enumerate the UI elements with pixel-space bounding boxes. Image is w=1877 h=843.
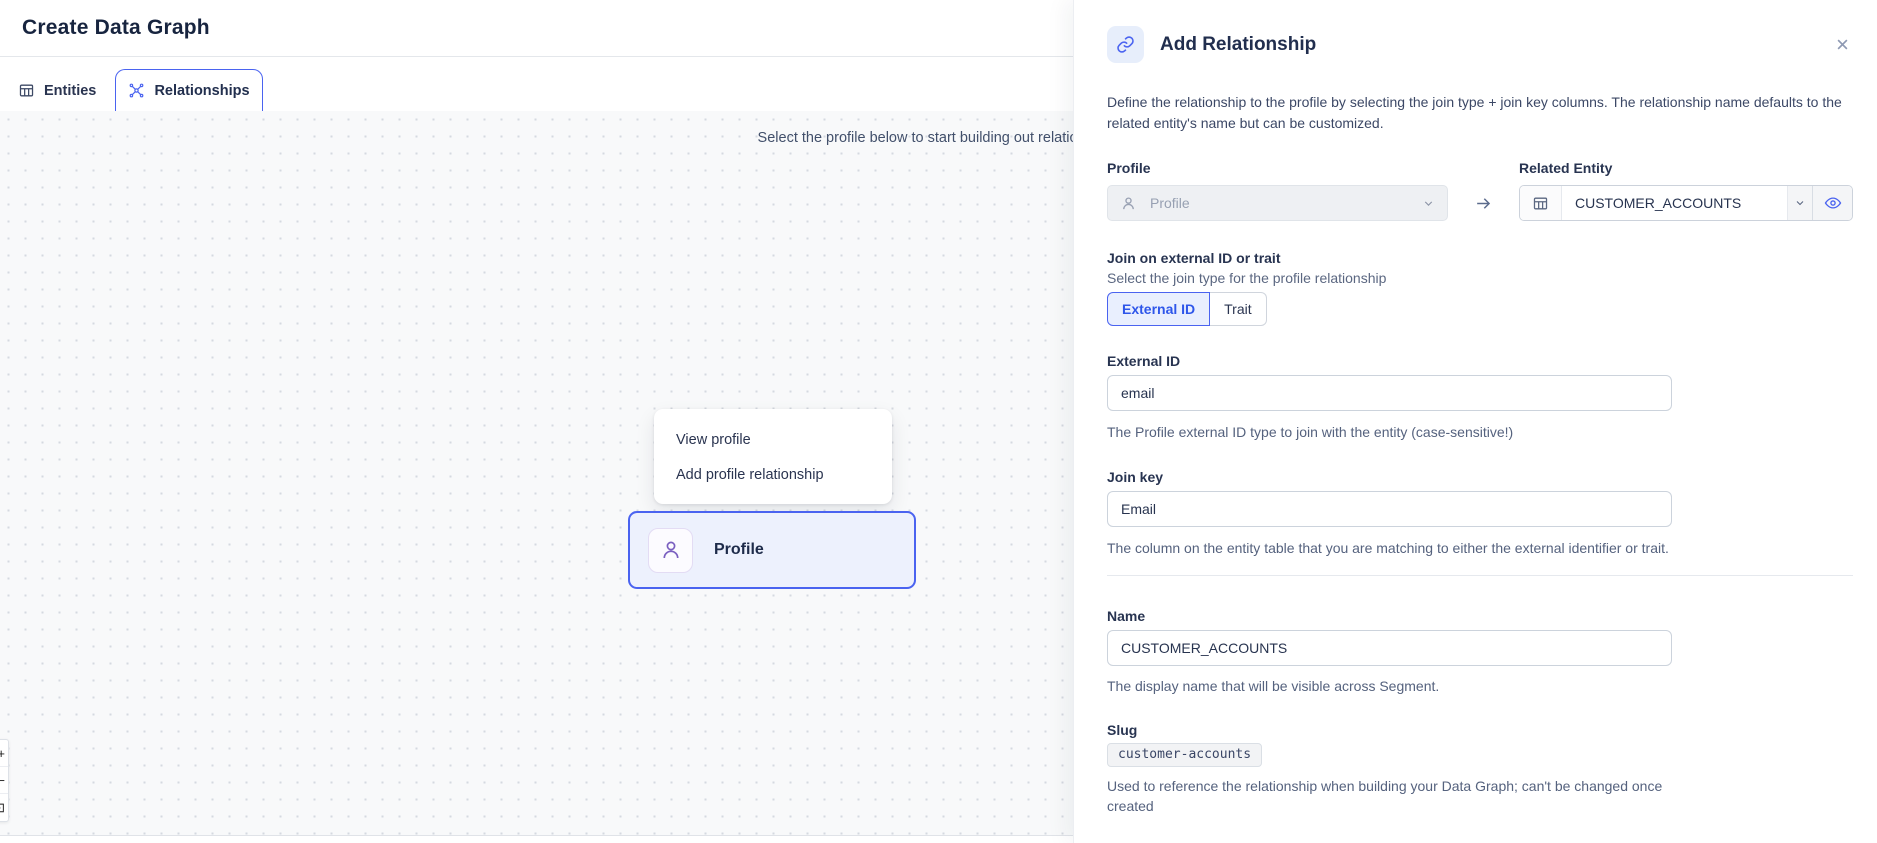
join-type-sublabel: Select the join type for the profile rel… bbox=[1107, 270, 1853, 286]
panel-header: Add Relationship bbox=[1107, 26, 1853, 63]
chevron-down-icon[interactable] bbox=[1787, 186, 1812, 220]
join-type-label: Join on external ID or trait bbox=[1107, 250, 1853, 266]
external-id-label: External ID bbox=[1107, 353, 1853, 369]
selects-row: Profile bbox=[1107, 185, 1853, 221]
join-key-label: Join key bbox=[1107, 469, 1853, 485]
menu-item-add-profile-relationship[interactable]: Add profile relationship bbox=[654, 457, 892, 492]
section-divider bbox=[1107, 575, 1853, 576]
chevron-down-icon bbox=[1422, 197, 1435, 210]
name-helper: The display name that will be visible ac… bbox=[1107, 676, 1853, 696]
select-labels-row: Profile Related Entity bbox=[1107, 160, 1853, 176]
external-id-helper: The Profile external ID type to join wit… bbox=[1107, 422, 1853, 442]
name-group: Name The display name that will be visib… bbox=[1107, 608, 1853, 696]
link-icon-badge bbox=[1107, 26, 1144, 63]
node-context-menu: View profile Add profile relationship bbox=[654, 409, 892, 504]
fit-view-button[interactable]: ⊡ bbox=[0, 794, 8, 821]
tab-relationships[interactable]: Relationships bbox=[115, 69, 263, 111]
table-icon bbox=[1520, 186, 1562, 220]
person-icon bbox=[659, 538, 683, 562]
zoom-in-button[interactable]: + bbox=[0, 740, 8, 767]
panel-description: Define the relationship to the profile b… bbox=[1107, 92, 1853, 134]
related-entity-select-group: CUSTOMER_ACCOUNTS bbox=[1519, 185, 1853, 221]
name-label: Name bbox=[1107, 608, 1853, 624]
table-icon bbox=[18, 82, 35, 99]
related-entity-select[interactable]: CUSTOMER_ACCOUNTS bbox=[1562, 186, 1787, 220]
add-relationship-panel: Add Relationship Define the relationship… bbox=[1073, 0, 1877, 843]
join-type-section: Join on external ID or trait Select the … bbox=[1107, 250, 1853, 326]
name-input[interactable] bbox=[1107, 630, 1672, 666]
join-type-option-trait[interactable]: Trait bbox=[1210, 292, 1266, 326]
slug-helper: Used to reference the relationship when … bbox=[1107, 776, 1687, 816]
related-entity-label: Related Entity bbox=[1519, 160, 1612, 176]
profile-node-icon-box bbox=[648, 528, 693, 573]
canvas-controls: + − ⊡ bbox=[0, 739, 9, 822]
profile-select-label: Profile bbox=[1107, 160, 1519, 176]
tab-entities[interactable]: Entities bbox=[18, 82, 96, 99]
menu-item-view-profile[interactable]: View profile bbox=[654, 422, 892, 457]
close-icon[interactable] bbox=[1835, 37, 1850, 52]
page-title: Create Data Graph bbox=[22, 16, 210, 40]
app-window: Create Data Graph Entities bbox=[0, 0, 1877, 843]
join-key-helper: The column on the entity table that you … bbox=[1107, 538, 1687, 558]
slug-label: Slug bbox=[1107, 722, 1853, 738]
join-type-option-external-id[interactable]: External ID bbox=[1107, 292, 1210, 326]
preview-entity-button[interactable] bbox=[1812, 186, 1852, 220]
eye-icon bbox=[1824, 194, 1842, 212]
external-id-input[interactable] bbox=[1107, 375, 1672, 411]
slug-group: Slug customer-accounts Used to reference… bbox=[1107, 722, 1853, 816]
person-icon bbox=[1120, 195, 1137, 212]
join-type-segmented-control: External ID Trait bbox=[1107, 292, 1853, 326]
slug-value-chip: customer-accounts bbox=[1107, 743, 1262, 767]
panel-title: Add Relationship bbox=[1160, 34, 1316, 56]
arrow-right-icon bbox=[1448, 194, 1519, 213]
tab-relationships-label: Relationships bbox=[154, 83, 249, 99]
profile-select-value: Profile bbox=[1150, 195, 1190, 211]
network-icon bbox=[128, 82, 145, 99]
profile-node[interactable]: Profile bbox=[628, 511, 916, 589]
external-id-group: External ID The Profile external ID type… bbox=[1107, 353, 1853, 442]
profile-select[interactable]: Profile bbox=[1107, 185, 1448, 221]
link-icon bbox=[1116, 35, 1135, 54]
join-key-input[interactable] bbox=[1107, 491, 1672, 527]
zoom-out-button[interactable]: − bbox=[0, 767, 8, 794]
join-key-group: Join key The column on the entity table … bbox=[1107, 469, 1853, 558]
tab-entities-label: Entities bbox=[44, 83, 96, 99]
profile-node-label: Profile bbox=[714, 541, 764, 559]
